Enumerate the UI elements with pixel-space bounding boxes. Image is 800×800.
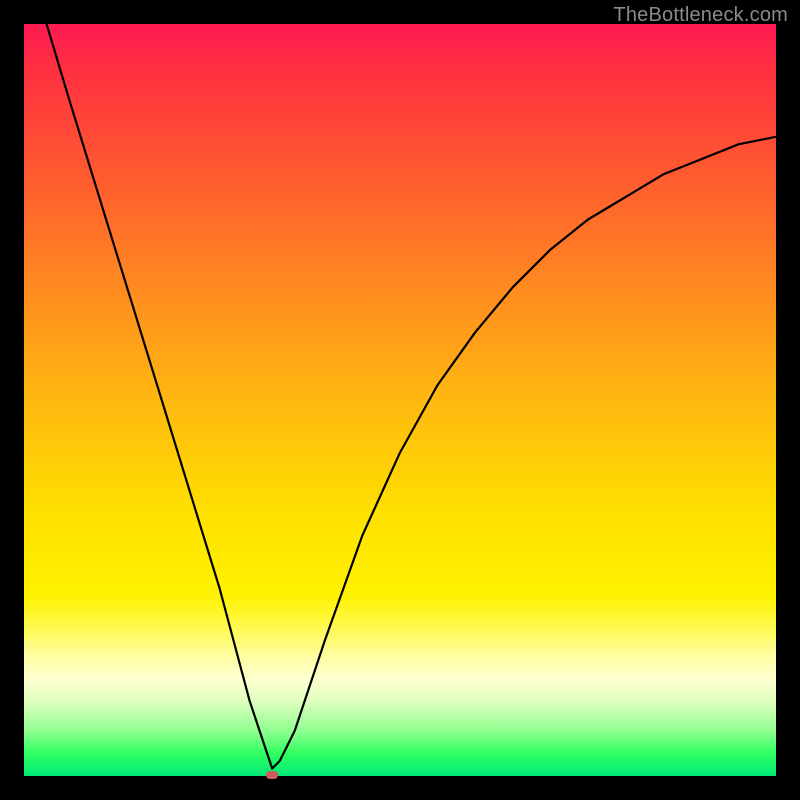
bottleneck-chart: TheBottleneck.com	[0, 0, 800, 800]
watermark-text: TheBottleneck.com	[613, 4, 788, 27]
curve-layer	[24, 24, 776, 776]
bottleneck-curve-path	[47, 24, 776, 769]
optimum-marker	[266, 771, 278, 779]
